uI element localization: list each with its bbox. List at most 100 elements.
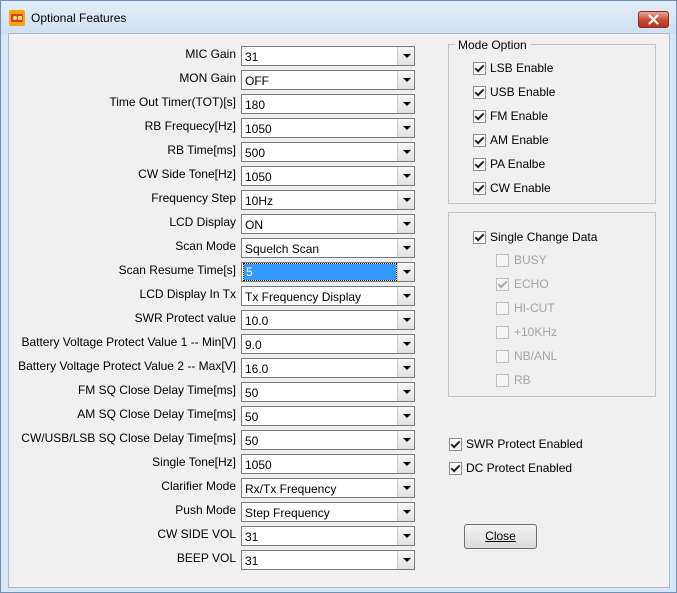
setting-label: LCD Display [169, 215, 236, 229]
setting-label: MON Gain [179, 71, 236, 85]
single-change-label: RB [514, 373, 531, 387]
mode-checkbox[interactable] [473, 86, 486, 99]
setting-value: 50 [245, 410, 259, 424]
chevron-down-icon[interactable] [397, 479, 414, 497]
setting-value: Step Frequency [245, 506, 330, 520]
single-change-checkbox [496, 374, 509, 387]
chevron-down-icon[interactable] [397, 95, 414, 113]
chevron-down-icon[interactable] [397, 407, 414, 425]
chevron-down-icon[interactable] [397, 263, 414, 281]
mode-label: AM Enable [490, 133, 549, 147]
protect-checkbox[interactable] [449, 438, 462, 451]
single-change-label: NB/ANL [514, 349, 558, 363]
chevron-down-icon[interactable] [397, 527, 414, 545]
mode-label: FM Enable [490, 109, 549, 123]
close-button[interactable]: Close [464, 524, 537, 549]
chevron-down-icon[interactable] [397, 311, 414, 329]
setting-value: 500 [245, 146, 266, 160]
setting-dropdown[interactable]: 31 [241, 526, 415, 546]
chevron-down-icon[interactable] [397, 167, 414, 185]
single-change-checkbox [496, 326, 509, 339]
mode-label: CW Enable [490, 181, 551, 195]
chevron-down-icon[interactable] [397, 239, 414, 257]
setting-value: 10.0 [245, 314, 269, 328]
single-change-label: ECHO [514, 277, 549, 291]
chevron-down-icon[interactable] [397, 215, 414, 233]
setting-label: CW/USB/LSB SQ Close Delay Time[ms] [21, 431, 236, 445]
setting-dropdown[interactable]: 1050 [241, 166, 415, 186]
chevron-down-icon[interactable] [397, 335, 414, 353]
chevron-down-icon[interactable] [397, 143, 414, 161]
setting-dropdown[interactable]: 10Hz [241, 190, 415, 210]
setting-dropdown[interactable]: Tx Frequency Display [241, 286, 415, 306]
single-change-checkbox [496, 254, 509, 267]
mode-checkbox[interactable] [473, 134, 486, 147]
single-change-label: +10KHz [514, 325, 558, 339]
setting-dropdown[interactable]: 50 [241, 430, 415, 450]
setting-dropdown[interactable]: OFF [241, 70, 415, 90]
setting-value: OFF [245, 74, 269, 88]
setting-label: Scan Resume Time[s] [118, 263, 236, 277]
setting-dropdown[interactable]: Squelch Scan [241, 238, 415, 258]
mode-checkbox[interactable] [473, 110, 486, 123]
chevron-down-icon[interactable] [397, 359, 414, 377]
setting-label: Battery Voltage Protect Value 1 -- Min[V… [21, 335, 236, 349]
setting-label: RB Frequecy[Hz] [144, 119, 236, 133]
setting-dropdown[interactable]: 50 [241, 382, 415, 402]
close-icon [648, 14, 659, 25]
setting-value: Tx Frequency Display [245, 290, 362, 304]
setting-dropdown[interactable]: 9.0 [241, 334, 415, 354]
setting-dropdown[interactable]: 500 [241, 142, 415, 162]
setting-label: BEEP VOL [176, 551, 236, 565]
setting-value: 1050 [245, 458, 272, 472]
setting-dropdown[interactable]: 10.0 [241, 310, 415, 330]
window-close-button[interactable] [638, 11, 669, 28]
setting-dropdown[interactable]: 16.0 [241, 358, 415, 378]
mode-checkbox[interactable] [473, 182, 486, 195]
mode-label: LSB Enable [490, 61, 554, 75]
setting-dropdown[interactable]: 1050 [241, 118, 415, 138]
setting-label: MIC Gain [185, 47, 236, 61]
chevron-down-icon[interactable] [397, 191, 414, 209]
mode-checkbox[interactable] [473, 158, 486, 171]
chevron-down-icon[interactable] [397, 455, 414, 473]
setting-label: Time Out Timer(TOT)[s] [109, 95, 236, 109]
protect-label: SWR Protect Enabled [466, 437, 583, 451]
title-bar: Optional Features [1, 1, 676, 34]
setting-value: 1050 [245, 122, 272, 136]
protect-checkbox[interactable] [449, 462, 462, 475]
chevron-down-icon[interactable] [397, 383, 414, 401]
chevron-down-icon[interactable] [397, 119, 414, 137]
mode-checkbox[interactable] [473, 62, 486, 75]
setting-dropdown[interactable]: Rx/Tx Frequency [241, 478, 415, 498]
single-change-label: HI-CUT [514, 301, 555, 315]
setting-dropdown[interactable]: 180 [241, 94, 415, 114]
mode-label: PA Enalbe [490, 157, 546, 171]
single-change-data-checkbox[interactable] [473, 231, 486, 244]
setting-label: AM SQ Close Delay Time[ms] [77, 407, 236, 421]
single-change-checkbox [496, 278, 509, 291]
chevron-down-icon[interactable] [397, 47, 414, 65]
chevron-down-icon[interactable] [397, 71, 414, 89]
mode-label: USB Enable [490, 85, 556, 99]
setting-dropdown[interactable]: 31 [241, 550, 415, 570]
setting-value: 31 [245, 554, 259, 568]
setting-dropdown[interactable]: 31 [241, 46, 415, 66]
setting-dropdown[interactable]: 1050 [241, 454, 415, 474]
chevron-down-icon[interactable] [397, 431, 414, 449]
setting-label: CW SIDE VOL [157, 527, 236, 541]
setting-dropdown[interactable]: 5 [241, 262, 415, 282]
setting-label: Push Mode [175, 503, 236, 517]
chevron-down-icon[interactable] [397, 503, 414, 521]
setting-value: 31 [245, 50, 259, 64]
setting-dropdown[interactable]: 50 [241, 406, 415, 426]
setting-value: 10Hz [245, 194, 274, 208]
setting-dropdown[interactable]: ON [241, 214, 415, 234]
single-change-checkbox [496, 350, 509, 363]
setting-label: Battery Voltage Protect Value 2 -- Max[V… [18, 359, 236, 373]
chevron-down-icon[interactable] [397, 287, 414, 305]
setting-dropdown[interactable]: Step Frequency [241, 502, 415, 522]
chevron-down-icon[interactable] [397, 551, 414, 569]
setting-label: Scan Mode [175, 239, 236, 253]
protect-label: DC Protect Enabled [466, 461, 573, 475]
